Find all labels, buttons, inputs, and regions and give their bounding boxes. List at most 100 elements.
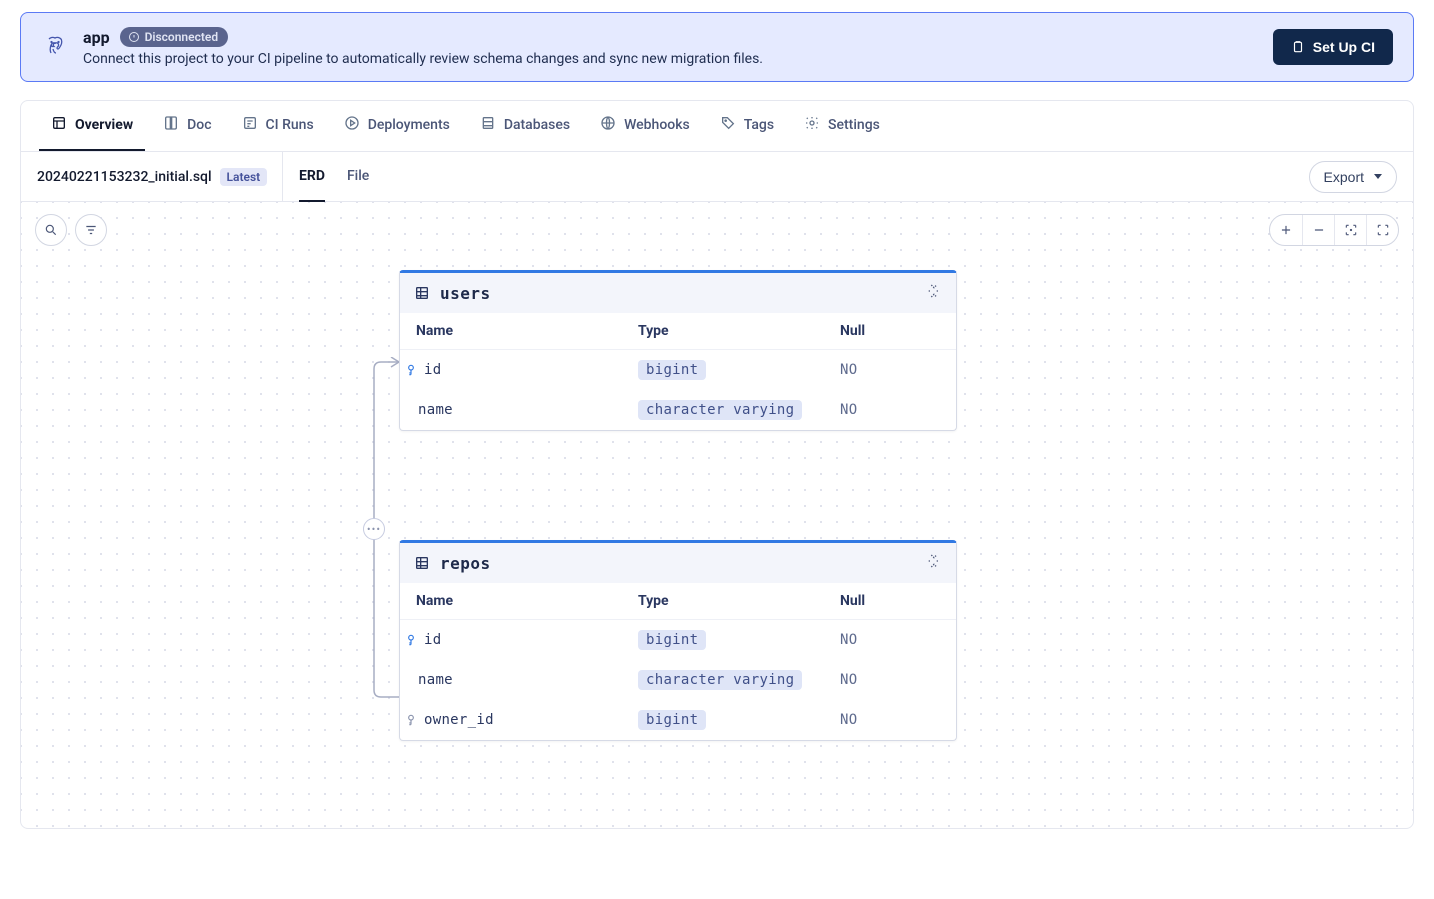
table-name: repos [440,554,491,573]
caret-down-icon [1374,174,1382,179]
project-title: app [83,28,110,47]
subtab-erd[interactable]: ERD [299,152,325,202]
column-null: NO [840,712,940,728]
col-header-name: Name [416,323,638,339]
database-icon [480,115,496,135]
badge-label: Disconnected [145,30,219,44]
tab-settings[interactable]: Settings [792,101,892,151]
crosshair-icon [1344,223,1358,237]
column-name: id [424,632,441,648]
export-button[interactable]: Export [1309,161,1397,193]
globe-icon [600,115,616,135]
column-null: NO [840,672,940,688]
tab-label: Webhooks [624,117,690,133]
subtab-file[interactable]: File [347,152,369,202]
col-header-null: Null [840,323,940,339]
book-icon [163,115,179,135]
column-row: name character varying NO [400,390,956,430]
column-row: id bigint NO [400,350,956,390]
clipboard-icon [1291,40,1305,54]
column-name: id [424,362,441,378]
setup-ci-button[interactable]: Set Up CI [1273,29,1393,65]
filter-icon [84,223,98,237]
tab-ci-runs[interactable]: CI Runs [230,101,326,151]
column-type: character varying [638,670,802,690]
canvas-toolbar-left [35,214,107,246]
column-name: name [418,672,453,688]
main-panel: Overview Doc CI Runs Deployments Databas… [20,100,1414,829]
tab-label: Deployments [368,117,450,133]
primary-key-icon [404,363,418,377]
column-name: owner_id [424,712,494,728]
export-label: Export [1324,169,1364,185]
relationship-node[interactable]: ••• [363,518,385,540]
table-header: users [400,273,956,313]
connection-status-badge: Disconnected [120,27,229,47]
col-header-null: Null [840,593,940,609]
overview-icon [51,115,67,135]
column-null: NO [840,362,940,378]
primary-key-icon [404,633,418,647]
column-type: bigint [638,360,706,380]
tab-webhooks[interactable]: Webhooks [588,101,702,151]
expand-icon [1376,223,1390,237]
column-header-row: Name Type Null [400,583,956,620]
column-name: name [418,402,453,418]
list-check-icon [242,115,258,135]
gear-icon [804,115,820,135]
migration-file-name: 20240221153232_initial.sql [37,169,212,185]
column-row: name character varying NO [400,660,956,700]
fit-view-button[interactable] [1366,215,1398,245]
tab-overview[interactable]: Overview [39,101,145,151]
tab-label: CI Runs [266,117,314,133]
tab-tags[interactable]: Tags [708,101,786,151]
latest-badge: Latest [220,168,268,186]
column-type: bigint [638,630,706,650]
table-icon [414,555,430,571]
tabs-row: Overview Doc CI Runs Deployments Databas… [21,101,1413,152]
zoom-out-button[interactable] [1302,215,1334,245]
column-row: id bigint NO [400,620,956,660]
subheader: 20240221153232_initial.sql Latest ERD Fi… [21,152,1413,202]
canvas-toolbar-right [1269,214,1399,246]
tab-label: Tags [744,117,774,133]
collapse-icon[interactable] [926,553,942,573]
tab-label: Settings [828,117,880,133]
foreign-key-icon [404,713,418,727]
tab-label: Databases [504,117,570,133]
play-circle-icon [344,115,360,135]
plus-icon [1279,223,1293,237]
column-header-row: Name Type Null [400,313,956,350]
center-view-button[interactable] [1334,215,1366,245]
minus-icon [1312,223,1326,237]
tab-doc[interactable]: Doc [151,101,223,151]
postgres-elephant-icon [41,33,69,61]
tag-icon [720,115,736,135]
search-button[interactable] [35,214,67,246]
ci-banner: app Disconnected Connect this project to… [20,12,1414,82]
col-header-type: Type [638,323,840,339]
table-card-users[interactable]: users Name Type Null id bigint NO [399,270,957,431]
filter-button[interactable] [75,214,107,246]
column-row: owner_id bigint NO [400,700,956,740]
table-icon [414,285,430,301]
alert-icon [128,31,140,43]
tab-label: Doc [187,117,211,133]
table-card-repos[interactable]: repos Name Type Null id bigint NO [399,540,957,741]
setup-ci-label: Set Up CI [1313,39,1375,55]
erd-canvas[interactable]: ••• users Name Type Null id bigint [21,202,1413,828]
column-null: NO [840,402,940,418]
migration-file-item[interactable]: 20240221153232_initial.sql Latest [21,152,283,201]
table-name: users [440,284,491,303]
tab-label: Overview [75,117,133,133]
tab-databases[interactable]: Databases [468,101,582,151]
column-null: NO [840,632,940,648]
collapse-icon[interactable] [926,283,942,303]
tab-deployments[interactable]: Deployments [332,101,462,151]
column-type: character varying [638,400,802,420]
table-header: repos [400,543,956,583]
col-header-name: Name [416,593,638,609]
search-icon [44,223,58,237]
col-header-type: Type [638,593,840,609]
zoom-in-button[interactable] [1270,215,1302,245]
